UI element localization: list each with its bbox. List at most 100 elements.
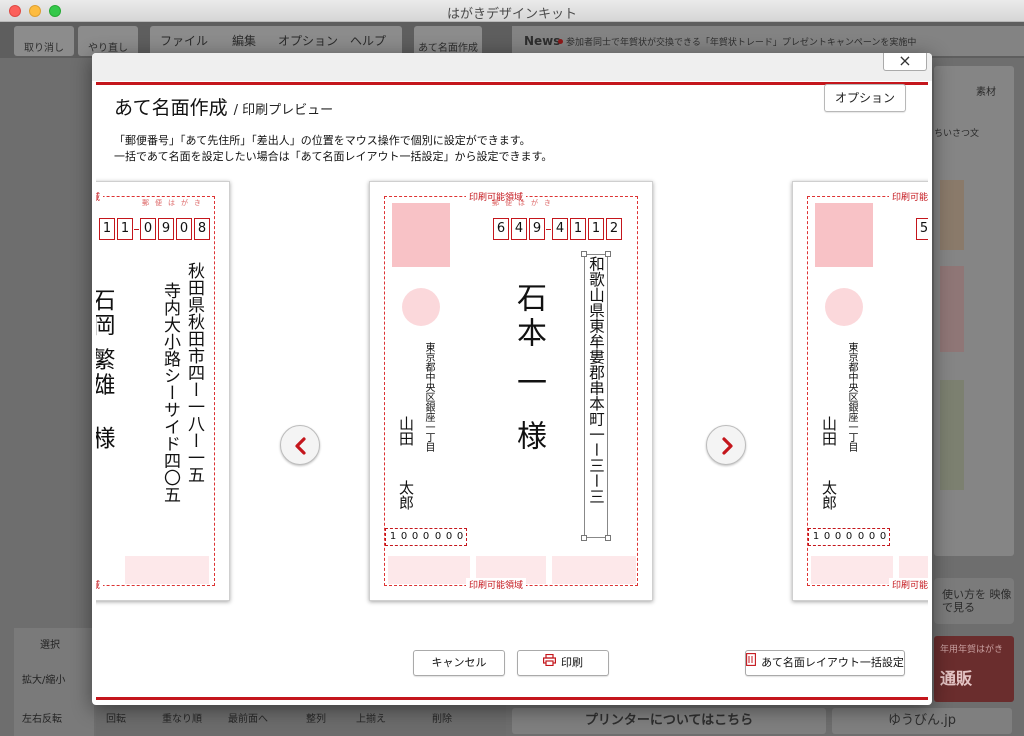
cancel-button[interactable]: キャンセル — [413, 650, 505, 676]
footer-area — [811, 556, 893, 584]
next-card-button[interactable] — [706, 425, 746, 465]
dialog-subtitle: / 印刷プレビュー — [233, 103, 334, 118]
material-thumbnail[interactable] — [940, 180, 964, 250]
bring-front-button[interactable]: 最前面へ — [228, 710, 268, 725]
print-button[interactable]: 印刷 — [517, 650, 609, 676]
recipient-address: 和歌山県東牟婁郡串本町一ー三ー三 — [587, 256, 605, 504]
layout-bulk-setting-button[interactable]: あて名面レイアウト一括設定 — [745, 650, 905, 676]
resize-handle[interactable] — [581, 535, 587, 541]
sender-mark — [825, 288, 863, 326]
printable-label: 印刷可能領域 — [889, 190, 928, 203]
recipient-address-2: 寺内大小路シーサイド四〇五 — [160, 282, 180, 503]
printable-label: 印刷可能領域 — [466, 578, 527, 591]
hagaki-label: 郵便はがき — [492, 199, 557, 207]
material-field[interactable]: ちいさつ文 — [934, 126, 979, 139]
sender-zip-digit: 0 — [879, 531, 887, 542]
dialog-bottom-rule — [96, 697, 928, 700]
order-label: 重なり順 — [162, 714, 202, 725]
printer-info-link[interactable]: プリンターについてはこちら — [512, 708, 826, 734]
resize-handle[interactable] — [605, 535, 611, 541]
news-bar[interactable]: News 参加者同士で年賀状が交換できる「年賀状トレード」プレゼントキャンペーン… — [512, 26, 1024, 56]
sender-zip-digit: 0 — [834, 531, 842, 542]
menu-help[interactable]: ヘルプ — [350, 26, 386, 56]
sender-zip-digit: 0 — [456, 531, 464, 542]
sender-address: 東京都中央区銀座一丁目 — [423, 342, 434, 452]
redo-button[interactable]: やり直し — [78, 26, 138, 56]
align-label: 整列 — [306, 714, 326, 725]
material-tab[interactable]: 素材 — [976, 83, 996, 98]
yubin-link[interactable]: ゆうびん.jp — [832, 708, 1012, 734]
stamp-area — [815, 203, 873, 267]
zip-dash — [134, 229, 139, 230]
printer-icon — [543, 651, 557, 675]
news-label: News — [524, 34, 561, 48]
zip-digit: 1 — [99, 218, 115, 240]
sender-name-2: 太郎 — [397, 480, 415, 510]
zip-digit: 4 — [511, 218, 527, 240]
zoom-label: 拡大/縮小 — [22, 675, 66, 686]
undo-button[interactable]: 取り消し — [14, 26, 74, 56]
sender-zip-digit: 1 — [812, 531, 820, 542]
flip-label[interactable]: 左右反転 — [22, 710, 62, 725]
resize-handle[interactable] — [605, 251, 611, 257]
zip-digit: 0 — [140, 218, 156, 240]
menu-edit[interactable]: 編集 — [232, 26, 256, 56]
stamp-area — [392, 203, 450, 267]
sender-zip: 1 0 0 0 0 0 0 — [385, 528, 467, 546]
zip-digit: 8 — [194, 218, 210, 240]
address-side-button[interactable]: あて名面作成 — [414, 26, 482, 56]
address-side-label: あて名面作成 — [418, 43, 478, 54]
zip-digit: 0 — [176, 218, 192, 240]
video-guide-button[interactable]: 使い方を 映像で見る — [934, 578, 1014, 624]
previous-card-button[interactable] — [280, 425, 320, 465]
zip-digit: 1 — [570, 218, 586, 240]
dialog-title: あて名面作成 / 印刷プレビュー — [114, 93, 333, 120]
printable-label: 印刷可能領域 — [889, 578, 928, 591]
redo-label: やり直し — [88, 43, 128, 54]
sender-zip-digit: 0 — [845, 531, 853, 542]
postcard-preview-next[interactable]: 印刷可能領域 5 東京都中央区銀座一丁目 山田 太郎 1 0 0 0 0 0 0… — [792, 181, 928, 601]
zip-digit: 9 — [158, 218, 174, 240]
material-thumbnail[interactable] — [940, 380, 964, 490]
recipient-honorific: 様 — [96, 426, 114, 449]
postcard-preview-prev[interactable]: 印刷可能領域 郵便はがき 1 1 0 9 0 8 秋田県秋田市四ー一八ー一五 寺… — [96, 181, 230, 601]
layout-icon — [746, 651, 757, 675]
sender-zip-digit: 0 — [857, 531, 865, 542]
layout-bulk-setting-label: あて名面レイアウト一括設定 — [761, 656, 904, 669]
option-button[interactable]: オプション — [824, 84, 906, 112]
printable-label: 印刷可能領域 — [96, 190, 104, 203]
rotate-button[interactable]: 回転 — [106, 710, 126, 725]
undo-label: 取り消し — [24, 43, 64, 54]
recipient-name: 石岡 繁雄 — [96, 288, 114, 398]
delete-button[interactable]: 削除 — [432, 710, 452, 725]
footer-area — [552, 556, 636, 584]
menu-option[interactable]: オプション — [278, 26, 338, 56]
select-tool[interactable]: 選択 — [40, 636, 60, 651]
sender-zip: 1 0 0 0 0 0 0 — [808, 528, 890, 546]
sender-zip-digit: 0 — [445, 531, 453, 542]
postcard-preview-current[interactable]: 印刷可能領域 郵便はがき 6 4 9 4 1 1 2 和歌山県東牟婁郡串本町一ー… — [369, 181, 653, 601]
close-icon[interactable]: × — [883, 53, 927, 71]
sender-zip-digit: 0 — [411, 531, 419, 542]
zip-digit: 6 — [493, 218, 509, 240]
zip-digit: 2 — [606, 218, 622, 240]
zip-digit: 1 — [117, 218, 133, 240]
dialog-title-main: あて名面作成 — [114, 97, 228, 119]
nenga-ad-banner[interactable]: 年用年賀はがき 通販 — [934, 636, 1014, 702]
material-thumbnail[interactable] — [940, 266, 964, 352]
news-bullet-icon — [558, 39, 563, 44]
address-preview-dialog: × あて名面作成 / 印刷プレビュー オプション 「郵便番号」「あて先住所」「差… — [92, 53, 932, 705]
ad-big-text: 通販 — [940, 669, 973, 688]
news-text: 参加者同士で年賀状が交換できる「年賀状トレード」プレゼントキャンペーンを実施中 — [566, 38, 917, 48]
sender-address: 東京都中央区銀座一丁目 — [846, 342, 857, 452]
dialog-top-rule — [96, 82, 928, 85]
zip-digit: 1 — [588, 218, 604, 240]
sender-zip-digit: 0 — [434, 531, 442, 542]
top-align-select[interactable]: 上揃え — [356, 710, 386, 725]
description-line-1: 「郵便番号」「あて先住所」「差出人」の位置をマウス操作で個別に設定ができます。 — [114, 134, 531, 147]
printable-label: 印刷可能領域 — [96, 578, 104, 591]
menu-file[interactable]: ファイル — [160, 26, 208, 56]
sender-zip-digit: 0 — [868, 531, 876, 542]
zip-digit: 4 — [552, 218, 568, 240]
sender-name-1: 山田 — [397, 416, 415, 446]
